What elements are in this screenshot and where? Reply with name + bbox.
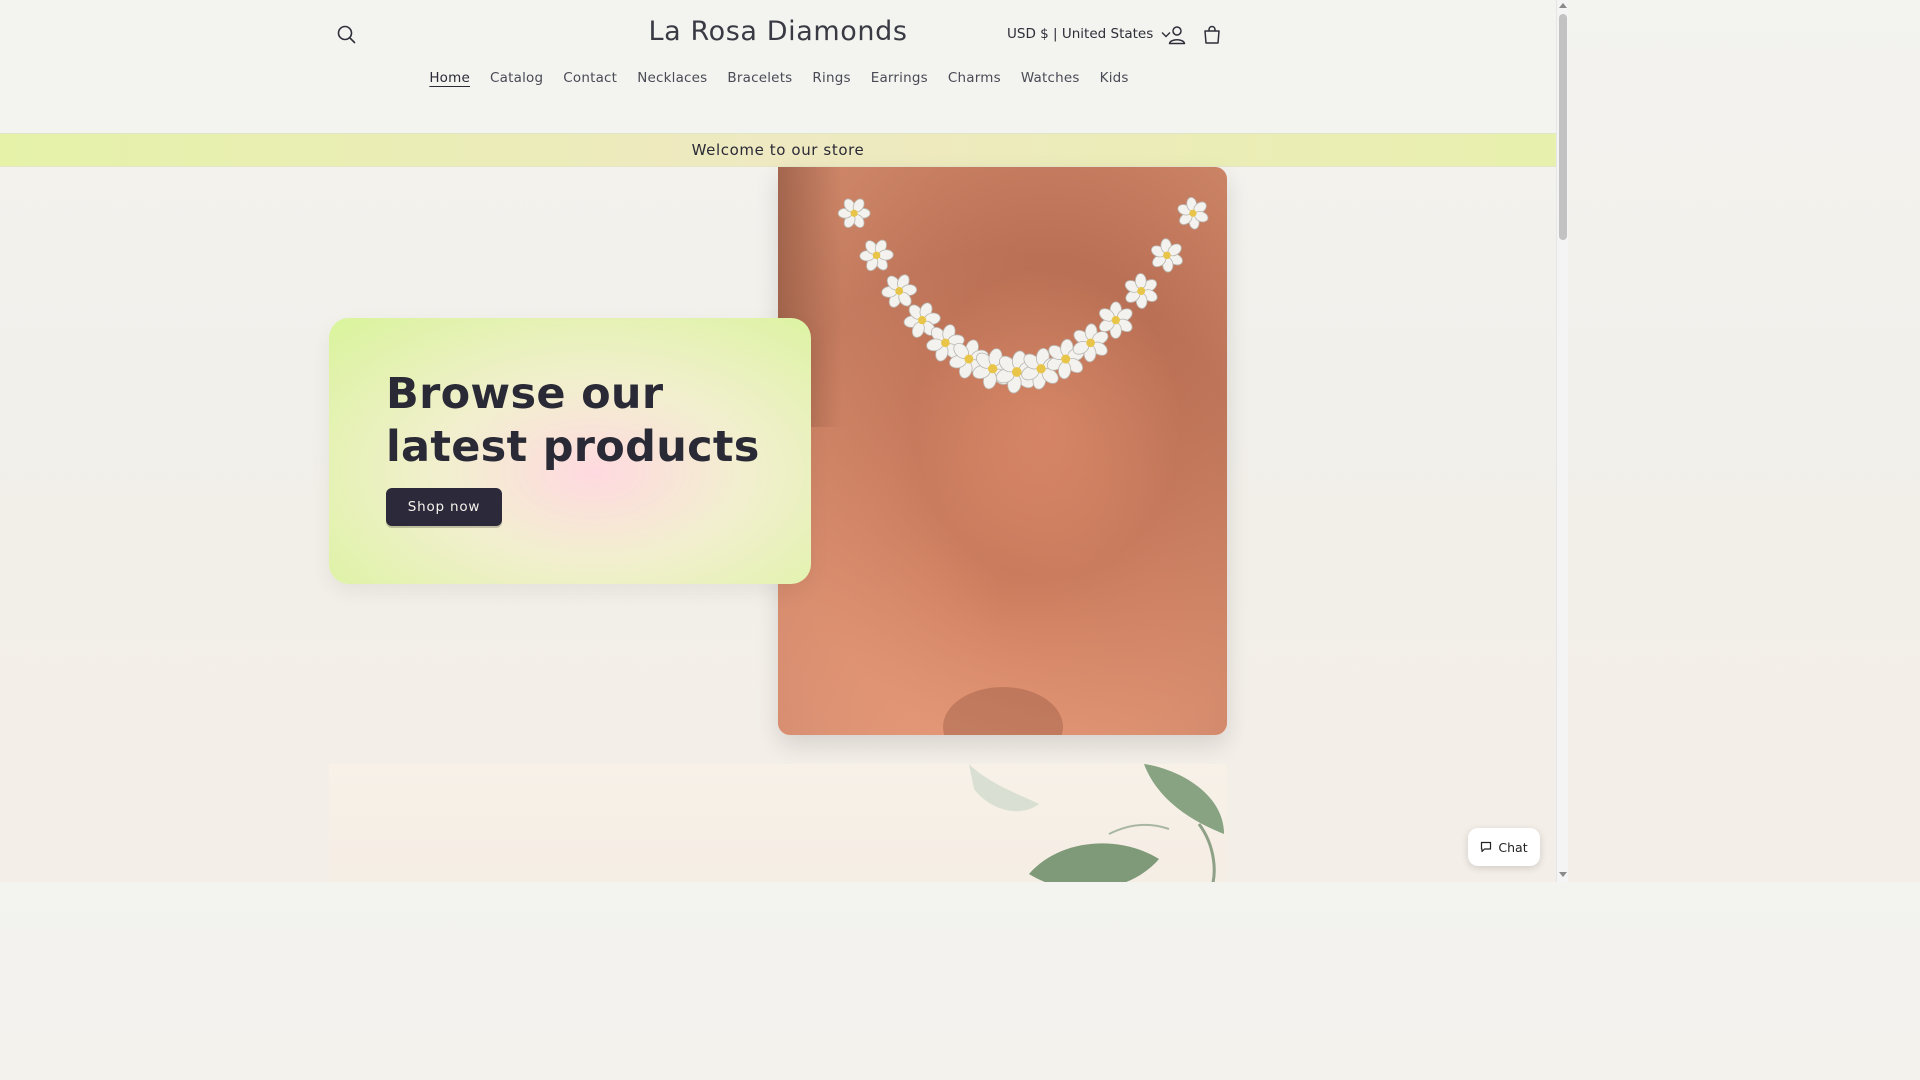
scroll-up-arrow-icon[interactable] — [1559, 3, 1567, 8]
currency-selector[interactable]: USD $ | United States — [1007, 26, 1171, 42]
shop-now-button[interactable]: Shop now — [386, 488, 502, 526]
nav-item-charms[interactable]: Charms — [948, 70, 1001, 86]
hero-title: Browse our latest products — [386, 369, 760, 472]
nav-item-catalog[interactable]: Catalog — [490, 70, 543, 86]
store-logo[interactable]: La Rosa Diamonds — [0, 16, 1556, 47]
nav-item-rings[interactable]: Rings — [812, 70, 850, 86]
nav-item-watches[interactable]: Watches — [1021, 70, 1080, 86]
necklace-illustration — [778, 167, 1227, 735]
hero-image — [778, 167, 1227, 735]
nav-item-earrings[interactable]: Earrings — [871, 70, 928, 86]
cart-button[interactable] — [1200, 23, 1224, 47]
nav-item-contact[interactable]: Contact — [563, 70, 617, 86]
chat-bubble-icon — [1481, 841, 1492, 853]
announcement-text: Welcome to our store — [691, 141, 865, 159]
scroll-down-arrow-icon[interactable] — [1559, 872, 1567, 877]
featured-banner — [329, 764, 1227, 882]
page-scrollbar[interactable] — [1556, 0, 1568, 882]
nav-item-kids[interactable]: Kids — [1100, 70, 1129, 86]
chat-button[interactable]: Chat — [1468, 828, 1540, 866]
nav-item-necklaces[interactable]: Necklaces — [637, 70, 707, 86]
hero-card: Browse our latest products Shop now — [329, 318, 811, 584]
scroll-thumb[interactable] — [1559, 14, 1567, 240]
account-button[interactable] — [1165, 23, 1189, 47]
announcement-bar: Welcome to our store — [0, 133, 1556, 167]
leaf-decoration — [969, 764, 1224, 882]
currency-label: USD $ | United States — [1007, 26, 1154, 42]
nav-item-bracelets[interactable]: Bracelets — [727, 70, 792, 86]
account-icon — [1168, 26, 1186, 45]
main-nav: Home Catalog Contact Necklaces Bracelets… — [0, 70, 1556, 86]
site-header: La Rosa Diamonds USD $ | United States H… — [0, 0, 1556, 133]
page: La Rosa Diamonds USD $ | United States H… — [0, 0, 1556, 882]
chat-label: Chat — [1498, 839, 1528, 855]
cart-icon — [1204, 25, 1220, 44]
nav-item-home[interactable]: Home — [429, 70, 470, 86]
